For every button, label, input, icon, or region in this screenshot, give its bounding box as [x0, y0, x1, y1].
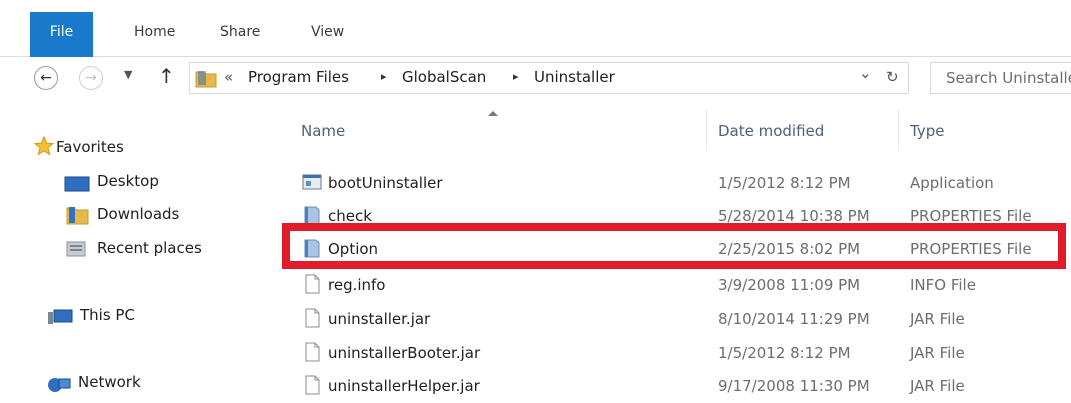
file-row-uninstaller-jar[interactable]: uninstaller.jar 8/10/2014 11:29 PM JAR F… [286, 302, 1071, 336]
nav-downloads[interactable]: Downloads [97, 205, 179, 223]
blank-file-icon [305, 308, 320, 328]
file-date: 1/5/2012 8:12 PM [718, 344, 851, 362]
nav-desktop[interactable]: Desktop [97, 172, 159, 190]
forward-arrow-icon: → [85, 70, 97, 86]
recent-locations-dropdown[interactable]: ▼ [124, 68, 132, 81]
nav-network[interactable]: Network [78, 373, 141, 391]
blank-file-icon [305, 274, 320, 294]
network-icon [46, 376, 72, 398]
back-arrow-icon: ← [40, 70, 52, 86]
nav-this-pc[interactable]: This PC [80, 306, 135, 324]
tab-view[interactable]: View [311, 24, 344, 40]
file-row-uninstallerhelper-jar[interactable]: uninstallerHelper.jar 9/17/2008 11:30 PM… [286, 369, 1071, 403]
tab-share[interactable]: Share [220, 24, 260, 40]
overflow-chevron[interactable]: « [224, 68, 233, 86]
address-dropdown-icon[interactable]: ⌄ [859, 64, 872, 82]
file-date: 3/9/2008 11:09 PM [718, 276, 861, 294]
breadcrumb-uninstaller[interactable]: Uninstaller [534, 68, 615, 86]
breadcrumb-separator-icon[interactable]: ▸ [513, 70, 519, 83]
file-date: 8/10/2014 11:29 PM [718, 310, 870, 328]
column-header-name[interactable]: Name [301, 122, 345, 140]
file-row-bootuninstaller[interactable]: bootUninstaller 1/5/2012 8:12 PM Applica… [286, 166, 1071, 200]
ribbon-divider [0, 56, 1071, 57]
column-header-type[interactable]: Type [910, 122, 944, 140]
properties-file-icon [304, 206, 320, 223]
blank-file-icon [305, 375, 320, 395]
file-type: Application [910, 174, 994, 192]
sort-ascending-icon [488, 111, 498, 116]
column-header-date-modified[interactable]: Date modified [718, 122, 824, 140]
file-type: JAR File [910, 377, 965, 395]
back-button[interactable]: ← [34, 66, 58, 90]
file-type: JAR File [910, 344, 965, 362]
file-name: uninstallerHelper.jar [328, 377, 480, 395]
file-name: uninstallerBooter.jar [328, 344, 481, 362]
column-divider[interactable] [898, 110, 899, 150]
highlight-annotation [282, 223, 1066, 269]
file-date: 9/17/2008 11:30 PM [718, 377, 870, 395]
this-pc-icon [46, 308, 74, 330]
file-date: 5/28/2014 10:38 PM [718, 207, 870, 223]
file-row-reg-info[interactable]: reg.info 3/9/2008 11:09 PM INFO File [286, 268, 1071, 302]
file-name: uninstaller.jar [328, 310, 431, 328]
breadcrumb-program-files[interactable]: Program Files [248, 68, 349, 86]
file-row-check[interactable]: check 5/28/2014 10:38 PM PROPERTIES File [286, 199, 1071, 223]
file-type: INFO File [910, 276, 976, 294]
column-divider[interactable] [706, 110, 707, 150]
file-name: reg.info [328, 276, 386, 294]
tab-file[interactable]: File [30, 12, 93, 57]
refresh-icon[interactable]: ↻ [886, 68, 899, 86]
up-button[interactable]: ↑ [158, 64, 175, 88]
breadcrumb-separator-icon[interactable]: ▸ [381, 70, 387, 83]
app-icon [302, 174, 322, 190]
file-date: 1/5/2012 8:12 PM [718, 174, 851, 192]
file-row-uninstallerbooter-jar[interactable]: uninstallerBooter.jar 1/5/2012 8:12 PM J… [286, 336, 1071, 370]
recent-places-icon [66, 240, 88, 262]
forward-button[interactable]: → [79, 66, 103, 90]
nav-recent-places[interactable]: Recent places [97, 239, 202, 257]
desktop-icon [64, 175, 90, 197]
search-input[interactable]: Search Uninstaller [930, 62, 1071, 94]
file-name: check [328, 207, 372, 223]
folder-icon [195, 71, 217, 88]
star-icon [33, 135, 55, 160]
tab-home[interactable]: Home [134, 24, 175, 40]
blank-file-icon [305, 342, 320, 362]
file-type: PROPERTIES File [910, 207, 1032, 223]
file-type: JAR File [910, 310, 965, 328]
file-name: bootUninstaller [328, 174, 443, 192]
up-arrow-icon: ↑ [158, 64, 175, 88]
nav-favorites[interactable]: Favorites [56, 138, 124, 156]
downloads-icon [66, 205, 90, 229]
breadcrumb-globalscan[interactable]: GlobalScan [402, 68, 486, 86]
